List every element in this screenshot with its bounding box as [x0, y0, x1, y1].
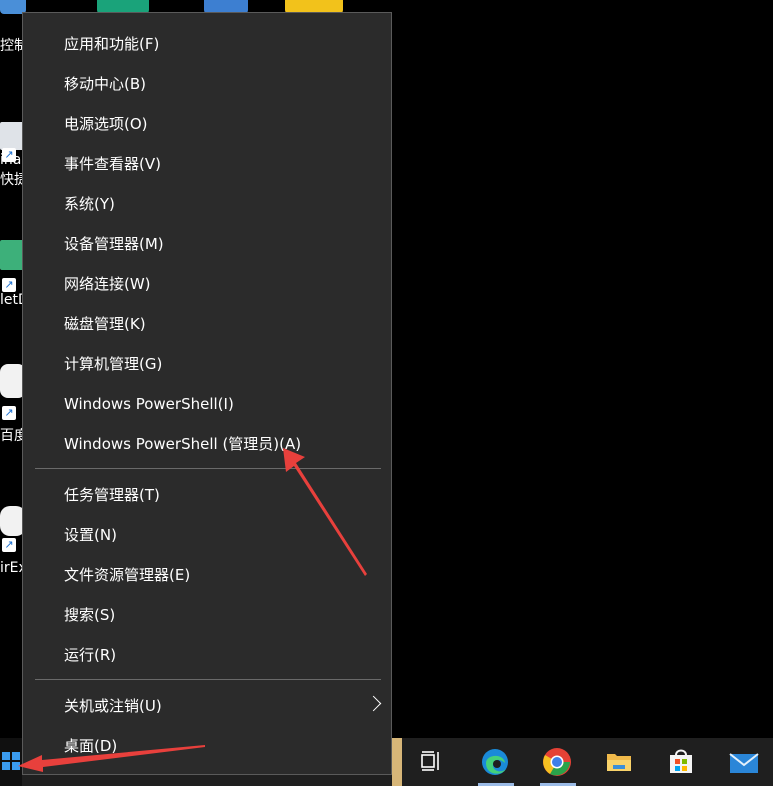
- annotation-arrow-powershell: [283, 448, 367, 576]
- annotation-arrow-start: [18, 745, 205, 772]
- annotation-arrows: [18, 448, 367, 772]
